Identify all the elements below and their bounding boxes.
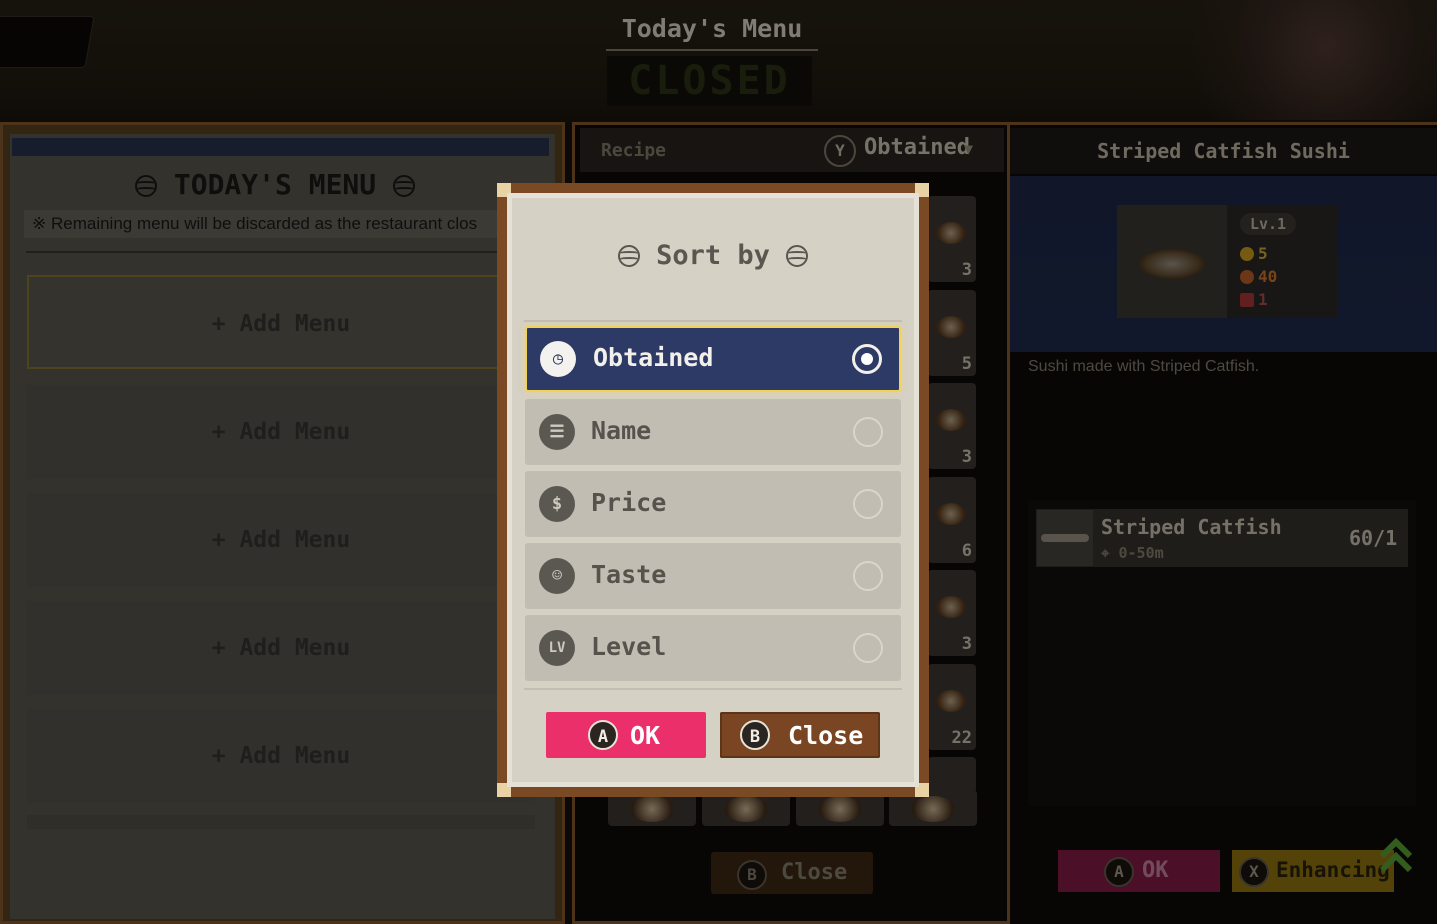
- wave-emblem-icon: [617, 245, 640, 267]
- clock-icon: ◷: [540, 341, 576, 377]
- sort-option-price[interactable]: $ Price: [525, 471, 901, 537]
- radio-selected[interactable]: [852, 344, 882, 374]
- sort-option-label: Price: [591, 488, 667, 517]
- sort-ok-button[interactable]: A OK: [546, 712, 706, 758]
- sort-modal-title-text: Sort by: [656, 240, 770, 271]
- sort-option-name[interactable]: ☰ Name: [525, 399, 901, 465]
- sort-option-label: Obtained: [593, 343, 714, 372]
- sort-close-button[interactable]: B Close: [720, 712, 880, 758]
- a-key-badge: A: [588, 720, 618, 750]
- sort-option-obtained[interactable]: ◷ Obtained: [525, 326, 901, 392]
- sort-option-label: Taste: [591, 560, 667, 589]
- sort-ok-label: OK: [630, 721, 661, 750]
- sort-option-taste[interactable]: ☺ Taste: [525, 543, 901, 609]
- sort-option-level[interactable]: LV Level: [525, 615, 901, 681]
- sort-option-label: Level: [591, 632, 667, 661]
- smile-icon: ☺: [539, 558, 575, 594]
- level-icon: LV: [539, 630, 575, 666]
- sort-close-label: Close: [788, 721, 864, 750]
- sort-option-label: Name: [591, 416, 652, 445]
- radio-unselected[interactable]: [853, 561, 883, 591]
- sort-modal-title: Sort by: [512, 240, 914, 271]
- wave-emblem-icon: [786, 245, 809, 267]
- list-icon: ☰: [539, 414, 575, 450]
- radio-unselected[interactable]: [853, 633, 883, 663]
- radio-unselected[interactable]: [853, 489, 883, 519]
- divider: [524, 688, 902, 690]
- b-key-badge: B: [740, 720, 770, 750]
- divider: [524, 320, 902, 322]
- dollar-icon: $: [539, 486, 575, 522]
- radio-unselected[interactable]: [853, 417, 883, 447]
